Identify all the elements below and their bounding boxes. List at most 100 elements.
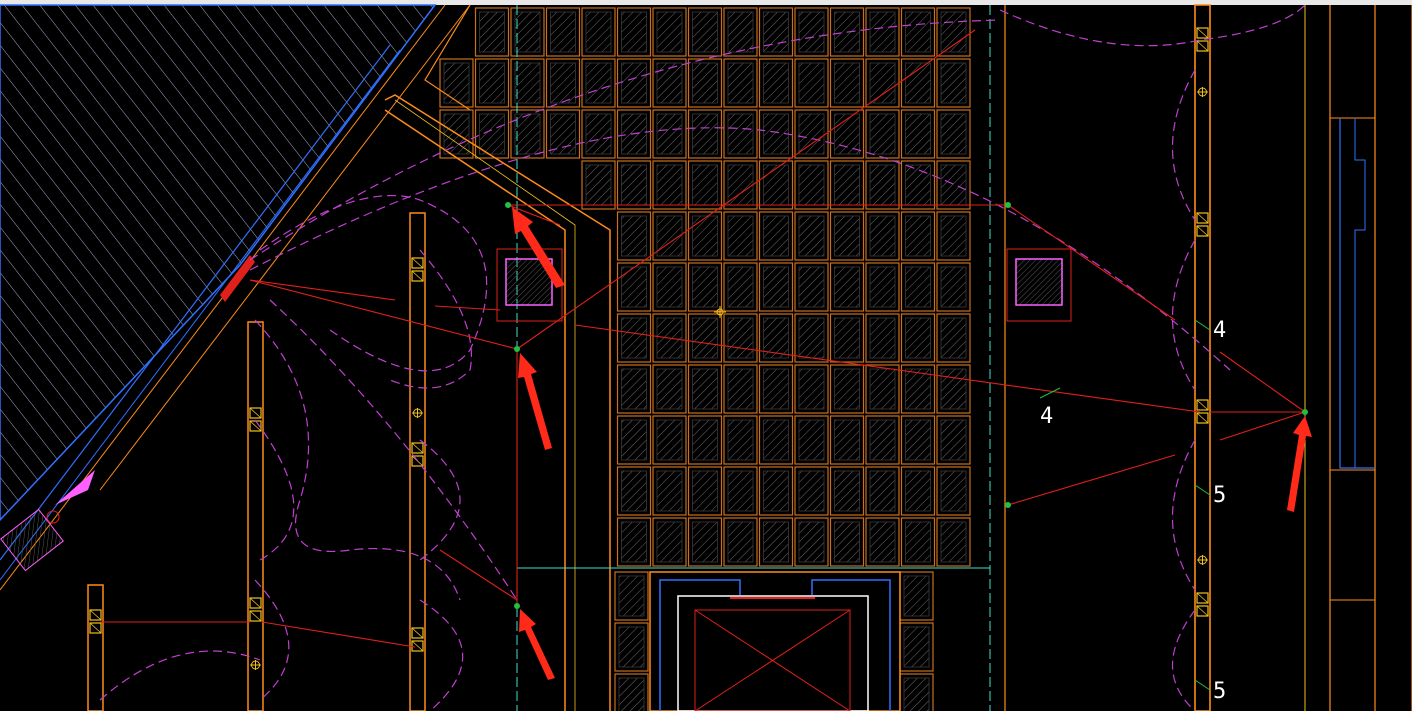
paving-tile [723,109,758,159]
paving-tile [900,7,936,57]
paving-tile [723,517,758,567]
paving-tile [687,517,723,567]
paving-tile [758,466,794,516]
paving-tile [829,211,865,261]
paving-tile [865,517,900,567]
junction-node-icon[interactable] [1005,202,1011,208]
paving-tile [687,211,723,261]
paving-tile [652,364,687,414]
circuit-label: 4 [1040,404,1053,429]
paving-tile [616,262,652,312]
circuit-label: 5 [1213,483,1226,508]
paving-tile [936,313,971,363]
building-block [0,4,471,591]
circuit-label: 5 [1213,679,1226,704]
lamp-fixture-icon[interactable] [89,609,102,634]
fixture-marker-icon [250,660,261,670]
paving-tile [652,7,687,57]
paving-tile [687,415,723,465]
paving-tile [616,364,652,414]
paving-tile [865,415,900,465]
planter-box-right [1006,248,1072,322]
paving-tile [723,415,758,465]
paving-tile [936,415,971,465]
lamp-fixture-icon[interactable] [249,407,262,432]
paving-tile [794,160,829,210]
paving-tile [616,58,652,108]
junction-node-icon[interactable] [514,603,520,609]
paving-tile [687,58,723,108]
junction-node-icon[interactable] [1005,502,1011,508]
paving-tile [652,109,687,159]
fixture-marker-icon [1197,555,1208,565]
lamp-fixture-icon[interactable] [411,257,424,282]
paving-tile [616,313,652,363]
paving-tile [545,7,581,57]
paving-tile [510,7,545,57]
paving-tile [936,160,971,210]
paving-tile [899,622,934,672]
junction-node-icon[interactable] [505,202,511,208]
paving-tile [865,109,900,159]
paving-tile [936,262,971,312]
junction-node-icon[interactable] [1302,409,1308,415]
paving-tile [794,58,829,108]
paving-tile [900,466,936,516]
paving-tile [723,313,758,363]
paving-tile [652,466,687,516]
paving-tile [758,517,794,567]
lamp-fixture-icon[interactable] [1196,212,1209,237]
paving-tile [758,58,794,108]
paving-tile [545,109,581,159]
annotation-arrow-icon [518,353,552,450]
paving-tile [510,109,545,159]
paving-tile [581,7,616,57]
paving-tile [723,466,758,516]
cad-canvas[interactable]: 4 4 5 5 [0,0,1412,711]
paving-tile [794,415,829,465]
paving-tile [900,58,936,108]
paving-tile [510,58,545,108]
paving-tile [899,673,934,711]
paving-tile [614,673,649,711]
lighting-strip [247,321,264,711]
lamp-fixture-icon[interactable] [411,627,424,652]
paving-tile [616,517,652,567]
leader-ticks [1039,319,1211,691]
paving-tile [652,160,687,210]
paving-tile [936,211,971,261]
paving-tile [900,415,936,465]
paving-tile [936,364,971,414]
lighting-strip [409,212,426,711]
paving-tile [794,262,829,312]
lamp-fixture-icon[interactable] [249,597,262,622]
paving-tile [687,109,723,159]
paving-tile [758,415,794,465]
paving-tile [936,466,971,516]
paving-tile [474,58,510,108]
junction-node-icon[interactable] [514,346,520,352]
paving-tile [900,517,936,567]
paving-tile [865,364,900,414]
paving-tile [581,160,616,210]
paving-tile [616,415,652,465]
paving-tile [616,7,652,57]
lamp-fixture-icon[interactable] [411,442,424,467]
paving-tile [474,109,510,159]
paving-tile [900,313,936,363]
paving-tile [614,622,649,672]
paving-tile [616,211,652,261]
paving-tile [829,415,865,465]
annotation-arrow-icon [519,609,555,680]
paving-tile [758,211,794,261]
lamp-fixture-icon[interactable] [1196,592,1209,617]
paving-tile [899,571,934,621]
paving-tile [865,262,900,312]
paving-tile [794,313,829,363]
lighting-strip [1194,4,1211,711]
paving-tile [829,262,865,312]
paving-tile [794,364,829,414]
cad-drawing-viewport[interactable]: 4 4 5 5 [0,0,1412,711]
paving-tile [758,7,794,57]
annotation-arrow-icon [1287,416,1312,512]
